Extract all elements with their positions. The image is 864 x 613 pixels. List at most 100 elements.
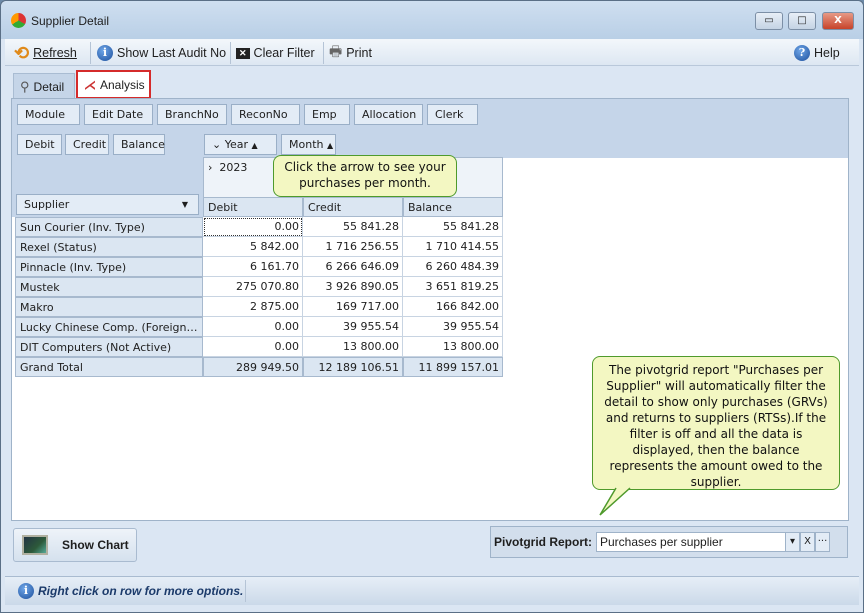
collapse-icon: ⌄ (212, 138, 222, 151)
show-chart-button[interactable]: Show Chart (13, 528, 137, 562)
window-title: Supplier Detail (31, 14, 110, 28)
cell-credit[interactable]: 13 800.00 (303, 337, 403, 357)
cell-debit[interactable]: 0.00 (203, 337, 303, 357)
grand-total-label: Grand Total (15, 357, 203, 377)
row-header[interactable]: Lucky Chinese Comp. (Foreign Imp... (15, 317, 203, 337)
report-callout: The pivotgrid report "Purchases per Supp… (592, 356, 840, 490)
cell-balance[interactable]: 3 651 819.25 (403, 277, 503, 297)
row-header[interactable]: Rexel (Status) (15, 237, 203, 257)
cell-balance[interactable]: 39 955.54 (403, 317, 503, 337)
column-field-year[interactable]: ⌄ Year ▲ (204, 134, 277, 155)
month-label: Month (289, 138, 324, 151)
cell-debit[interactable]: 6 161.70 (203, 257, 303, 277)
row-header[interactable]: DIT Computers (Not Active) (15, 337, 203, 357)
filter-field-allocation[interactable]: Allocation (354, 104, 423, 125)
sort-asc-icon: ▲ (251, 141, 258, 150)
year-label: Year (224, 138, 249, 151)
info-icon: i (18, 583, 34, 599)
help-button[interactable]: ? Help (794, 43, 840, 63)
grand-total-credit: 12 189 106.51 (303, 357, 403, 377)
info-icon: i (97, 45, 113, 61)
filter-field-emp[interactable]: Emp (304, 104, 350, 125)
bottom-bar: Show Chart Pivotgrid Report: Purchases p… (5, 522, 859, 572)
report-dropdown-button[interactable]: ▾ (785, 532, 800, 552)
show-last-audit-button[interactable]: i Show Last Audit No (97, 43, 226, 63)
cell-credit[interactable]: 6 266 646.09 (303, 257, 403, 277)
filter-field-edit-date[interactable]: Edit Date (84, 104, 153, 125)
column-header-debit[interactable]: Debit (203, 197, 303, 217)
cell-credit[interactable]: 3 926 890.05 (303, 277, 403, 297)
report-more-button[interactable]: ··· (815, 532, 830, 552)
refresh-icon: ⟲ (14, 42, 30, 63)
cell-credit[interactable]: 39 955.54 (303, 317, 403, 337)
cell-debit[interactable]: 2 875.00 (203, 297, 303, 317)
pivotgrid-report-select[interactable]: Purchases per supplier (596, 532, 786, 552)
row-header[interactable]: Mustek (15, 277, 203, 297)
cell-debit[interactable]: 0.00 (203, 217, 303, 237)
status-bar: i Right click on row for more options. (5, 576, 859, 605)
clear-filter-icon: ✕ (236, 47, 250, 59)
grand-total-balance: 11 899 157.01 (403, 357, 503, 377)
grand-total-debit: 289 949.50 (203, 357, 303, 377)
callout-tail (599, 487, 631, 516)
expand-icon: › (208, 161, 213, 174)
print-button[interactable]: 🖶 Print (329, 43, 372, 63)
sort-asc-icon: ▲ (326, 141, 334, 150)
pivotgrid-report-panel: Pivotgrid Report: Purchases per supplier… (490, 526, 848, 558)
dropdown-icon: ▼ (181, 200, 188, 209)
help-label: Help (814, 46, 840, 60)
tab-detail-label: Detail (33, 79, 65, 94)
analysis-icon: ⋌ (84, 77, 96, 92)
filter-field-module[interactable]: Module (17, 104, 80, 125)
cell-debit[interactable]: 275 070.80 (203, 277, 303, 297)
refresh-label: Refresh (33, 46, 77, 60)
cell-credit[interactable]: 55 841.28 (303, 217, 403, 237)
cell-balance[interactable]: 1 710 414.55 (403, 237, 503, 257)
row-field-supplier[interactable]: Supplier ▼ (16, 194, 199, 215)
close-button[interactable]: X (822, 12, 854, 30)
cell-debit[interactable]: 0.00 (203, 317, 303, 337)
data-field-balance[interactable]: Balance (113, 134, 165, 155)
tab-detail[interactable]: ⚲ Detail (13, 73, 75, 99)
cell-balance[interactable]: 6 260 484.39 (403, 257, 503, 277)
cell-debit[interactable]: 5 842.00 (203, 237, 303, 257)
column-header-balance[interactable]: Balance (403, 197, 503, 217)
filter-field-clerk[interactable]: Clerk (427, 104, 478, 125)
status-text: Right click on row for more options. (38, 584, 244, 598)
cell-balance[interactable]: 13 800.00 (403, 337, 503, 357)
year-callout: Click the arrow to see your purchases pe… (273, 155, 457, 197)
data-field-credit[interactable]: Credit (65, 134, 109, 155)
cell-credit[interactable]: 1 716 256.55 (303, 237, 403, 257)
filter-field-branchno[interactable]: BranchNo (157, 104, 227, 125)
pivot-grid: Module Edit Date BranchNo ReconNo Emp Al… (11, 98, 849, 521)
toolbar: ⟲ Refresh i Show Last Audit No ✕ Clear Filt… (5, 39, 859, 66)
printer-icon: 🖶 (329, 43, 343, 59)
show-last-audit-label: Show Last Audit No (117, 46, 227, 60)
maximize-button[interactable]: □ (788, 12, 816, 30)
title-bar: Supplier Detail ▭ □ X (1, 1, 863, 39)
supplier-detail-window: Supplier Detail ▭ □ X ⟲ Refresh i Show Las… (0, 0, 864, 613)
show-chart-label: Show Chart (62, 538, 129, 552)
refresh-button[interactable]: ⟲ Refresh (14, 43, 77, 63)
cell-balance[interactable]: 166 842.00 (403, 297, 503, 317)
pivotgrid-report-label: Pivotgrid Report: (494, 535, 592, 549)
column-field-month[interactable]: Month ▲ (281, 134, 336, 155)
chart-icon (22, 535, 48, 555)
minimize-button[interactable]: ▭ (755, 12, 783, 30)
row-header[interactable]: Sun Courier (Inv. Type) (15, 217, 203, 237)
filter-field-reconno[interactable]: ReconNo (231, 104, 300, 125)
row-header[interactable]: Makro (15, 297, 203, 317)
supplier-label: Supplier (24, 198, 70, 211)
row-header[interactable]: Pinnacle (Inv. Type) (15, 257, 203, 277)
tab-analysis-label: Analysis (100, 77, 145, 92)
column-header-credit[interactable]: Credit (303, 197, 403, 217)
help-icon: ? (794, 45, 810, 61)
report-clear-button[interactable]: X (800, 532, 815, 552)
app-logo-icon (11, 13, 26, 28)
cell-credit[interactable]: 169 717.00 (303, 297, 403, 317)
year-value: 2023 (219, 161, 248, 174)
cell-balance[interactable]: 55 841.28 (403, 217, 503, 237)
data-field-debit[interactable]: Debit (17, 134, 62, 155)
clear-filter-button[interactable]: ✕ Clear Filter (236, 43, 315, 63)
tab-analysis[interactable]: ⋌ Analysis (76, 70, 151, 99)
